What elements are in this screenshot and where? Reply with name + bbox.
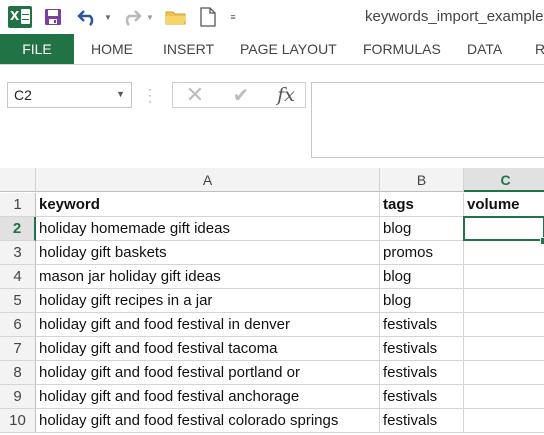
tab-home[interactable]: HOME <box>91 34 133 64</box>
row-header-8[interactable]: 8 <box>0 361 36 385</box>
column-header-c[interactable]: C <box>464 168 544 192</box>
row-header-4[interactable]: 4 <box>0 265 36 289</box>
name-box-value: C2 <box>14 87 32 103</box>
cancel-entry-icon[interactable]: ✕ <box>183 82 207 107</box>
insert-function-icon[interactable]: fx <box>273 83 299 107</box>
select-all-corner[interactable] <box>0 168 36 192</box>
cell-b10[interactable]: festivals <box>380 409 464 433</box>
cell-c1[interactable]: volume <box>464 193 544 217</box>
fill-handle[interactable] <box>540 237 544 245</box>
row-header-10[interactable]: 10 <box>0 409 36 433</box>
row-header-9[interactable]: 9 <box>0 385 36 409</box>
cell-c4[interactable] <box>464 265 544 289</box>
cell-a7[interactable]: holiday gift and food festival tacoma <box>36 337 380 361</box>
cell-a5[interactable]: holiday gift recipes in a jar <box>36 289 380 313</box>
tab-data[interactable]: DATA <box>467 34 502 64</box>
cell-b5[interactable]: blog <box>380 289 464 313</box>
row-header-5[interactable]: 5 <box>0 289 36 313</box>
cell-b1[interactable]: tags <box>380 193 464 217</box>
cell-a4[interactable]: mason jar holiday gift ideas <box>36 265 380 289</box>
tab-page-layout[interactable]: PAGE LAYOUT <box>240 34 337 64</box>
cell-c6[interactable] <box>464 313 544 337</box>
formula-bar-grip-icon[interactable]: · · · <box>148 83 152 107</box>
cell-c10[interactable] <box>464 409 544 433</box>
open-folder-icon[interactable] <box>165 4 187 30</box>
formula-input[interactable] <box>311 82 544 158</box>
cell-b3[interactable]: promos <box>380 241 464 265</box>
undo-icon[interactable] <box>77 4 99 30</box>
row-header-2[interactable]: 2 <box>0 217 36 241</box>
cell-a8[interactable]: holiday gift and food festival portland … <box>36 361 380 385</box>
cell-b7[interactable]: festivals <box>380 337 464 361</box>
cell-b9[interactable]: festivals <box>380 385 464 409</box>
row-header-6[interactable]: 6 <box>0 313 36 337</box>
enter-entry-icon[interactable]: ✔ <box>229 83 253 107</box>
tab-formulas[interactable]: FORMULAS <box>363 34 441 64</box>
cell-a6[interactable]: holiday gift and food festival in denver <box>36 313 380 337</box>
tab-review[interactable]: R <box>535 34 544 64</box>
undo-dropdown-icon[interactable]: ▼ <box>103 4 113 30</box>
cell-a2[interactable]: holiday homemade gift ideas <box>36 217 380 241</box>
redo-icon[interactable] <box>120 4 142 30</box>
cell-b2[interactable]: blog <box>380 217 464 241</box>
tab-file[interactable]: FILE <box>0 34 74 64</box>
worksheet-grid: A B C 1 keyword tags volume 2 holiday ho… <box>0 168 544 435</box>
row-header-7[interactable]: 7 <box>0 337 36 361</box>
excel-logo-icon[interactable]: X <box>8 6 32 28</box>
cell-c8[interactable] <box>464 361 544 385</box>
cell-c5[interactable] <box>464 289 544 313</box>
cell-b6[interactable]: festivals <box>380 313 464 337</box>
customize-quick-access-icon[interactable]: ≡ <box>228 4 238 30</box>
name-box[interactable]: C2 ▼ <box>7 82 132 108</box>
cell-c9[interactable] <box>464 385 544 409</box>
formula-bar-buttons: ✕ ✔ fx <box>172 82 306 108</box>
cell-b4[interactable]: blog <box>380 265 464 289</box>
cell-c3[interactable] <box>464 241 544 265</box>
title-bar: X ▼ ▼ ≡ keywords_import_example- <box>0 0 544 34</box>
column-header-b[interactable]: B <box>380 168 464 192</box>
cell-b8[interactable]: festivals <box>380 361 464 385</box>
cell-c2-selected[interactable] <box>463 216 544 241</box>
cell-c7[interactable] <box>464 337 544 361</box>
document-title: keywords_import_example- <box>365 8 544 25</box>
cell-a1[interactable]: keyword <box>36 193 380 217</box>
cell-a9[interactable]: holiday gift and food festival anchorage <box>36 385 380 409</box>
cell-a10[interactable]: holiday gift and food festival colorado … <box>36 409 380 433</box>
name-box-dropdown-icon[interactable]: ▼ <box>116 89 125 99</box>
tab-insert[interactable]: INSERT <box>163 34 214 64</box>
row-header-1[interactable]: 1 <box>0 193 36 217</box>
row-header-3[interactable]: 3 <box>0 241 36 265</box>
cell-a3[interactable]: holiday gift baskets <box>36 241 380 265</box>
redo-dropdown-icon[interactable]: ▼ <box>145 4 155 30</box>
ribbon-tabs: FILE HOME INSERT PAGE LAYOUT FORMULAS DA… <box>0 34 544 65</box>
save-icon[interactable] <box>44 4 62 30</box>
new-document-icon[interactable] <box>199 4 217 30</box>
column-header-a[interactable]: A <box>36 168 380 192</box>
